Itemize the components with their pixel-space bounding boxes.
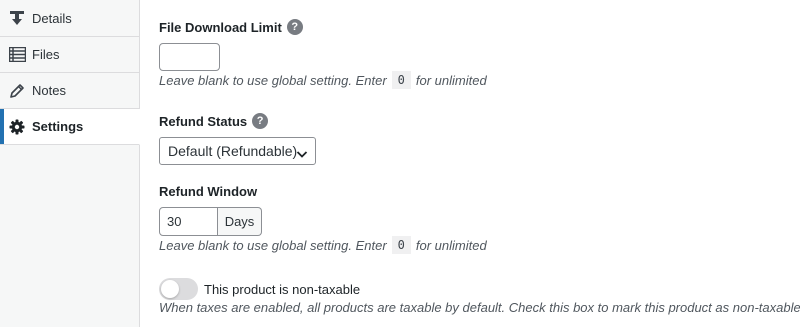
download-settings-panel: Details Files Notes Settings File Downlo… (0, 0, 800, 327)
sidebar-item-label: Details (32, 10, 72, 26)
refund-window-input[interactable]: 30 (159, 207, 218, 236)
gear-icon (8, 118, 26, 136)
code-snippet: 0 (391, 71, 411, 89)
download-limit-description: Leave blank to use global setting. Enter… (159, 71, 487, 89)
refund-window-label: Refund Window (159, 184, 258, 199)
refund-status-value: Default (Refundable) (168, 143, 298, 159)
non-taxable-toggle[interactable] (159, 278, 198, 300)
refund-window-title: Refund Window (159, 184, 257, 199)
description-text: for unlimited (415, 237, 487, 253)
sidebar-item-notes[interactable]: Notes (0, 73, 139, 109)
toggle-knob (161, 280, 179, 298)
help-icon[interactable]: ? (252, 113, 269, 129)
download-limit-input[interactable] (159, 43, 220, 71)
code-snippet: 0 (391, 236, 411, 254)
sidebar-tabs: Details Files Notes Settings (0, 0, 140, 327)
non-taxable-description: When taxes are enabled, all products are… (159, 300, 800, 315)
sidebar-item-settings[interactable]: Settings (0, 109, 140, 145)
description-text: Leave blank to use global setting. Enter (159, 72, 387, 88)
refund-window-description: Leave blank to use global setting. Enter… (159, 236, 487, 254)
sidebar-item-details[interactable]: Details (0, 0, 139, 37)
refund-status-title: Refund Status ? (159, 113, 269, 129)
sidebar-item-label: Notes (32, 83, 66, 98)
refund-status-select[interactable]: Default (Refundable) (159, 137, 316, 165)
refund-status-label: Refund Status (159, 113, 248, 129)
description-text: Leave blank to use global setting. Enter (159, 237, 387, 253)
chevron-down-icon (296, 146, 308, 162)
refund-window-unit: Days (218, 207, 262, 236)
non-taxable-row: This product is non-taxable (159, 278, 360, 300)
download-icon (8, 9, 26, 27)
non-taxable-label: This product is non-taxable (204, 281, 361, 297)
sidebar-item-label: Settings (32, 119, 84, 134)
sidebar-item-label: Files (32, 47, 60, 62)
pencil-icon (8, 82, 26, 100)
list-icon (8, 46, 26, 64)
download-limit-title: File Download Limit ? (159, 19, 303, 35)
description-text: for unlimited (415, 72, 487, 88)
download-limit-label: File Download Limit (159, 19, 282, 35)
refund-window-group: 30 Days (159, 207, 262, 236)
help-icon[interactable]: ? (286, 19, 303, 35)
sidebar-item-files[interactable]: Files (0, 37, 139, 73)
